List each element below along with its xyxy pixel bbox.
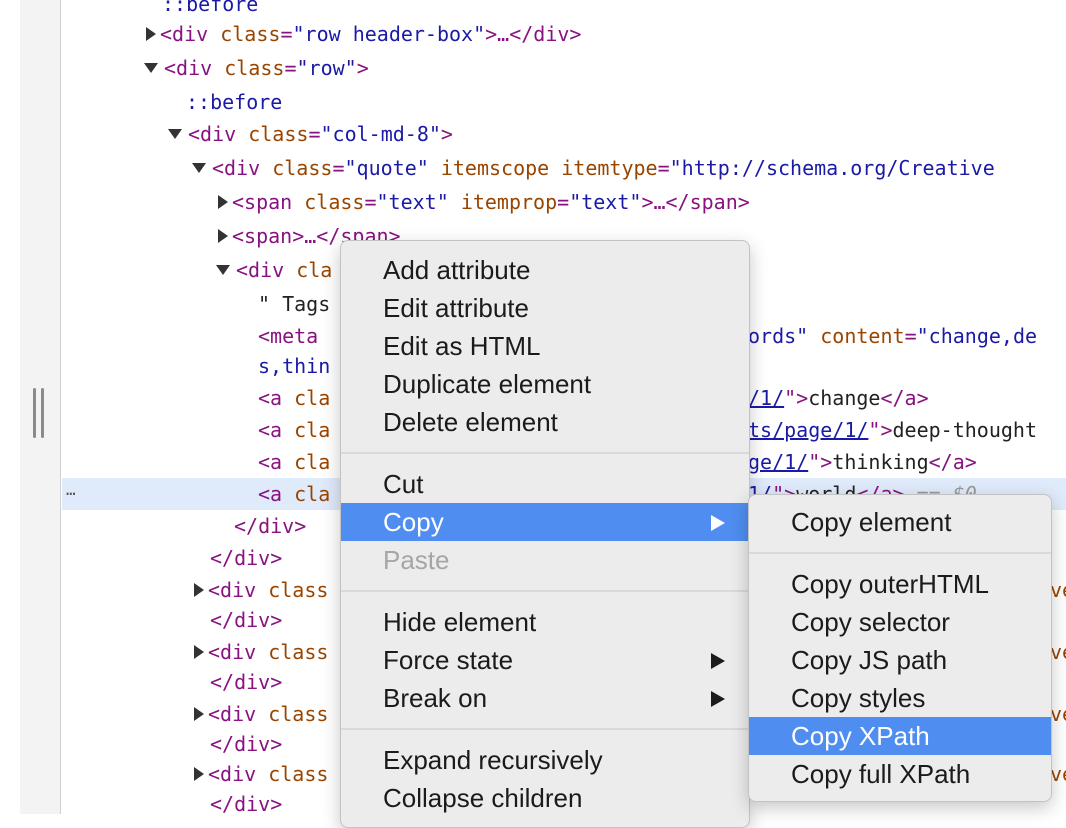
submenu-item-copy-js-path[interactable]: Copy JS path xyxy=(749,641,1051,679)
menu-item-cut[interactable]: Cut xyxy=(341,465,749,503)
tree-node-div-quote-4[interactable]: <div class xyxy=(194,702,328,726)
expand-arrow-icon[interactable] xyxy=(194,644,204,659)
tree-node-a-change[interactable]: <a cla xyxy=(258,386,330,410)
menu-item-expand-recursively[interactable]: Expand recursively xyxy=(341,741,749,779)
expand-arrow-icon[interactable] xyxy=(194,706,204,721)
tree-node-a-deep-thoughts-tail: ts/page/1/">deep-thought xyxy=(748,418,1038,442)
tree-node-div-header-box[interactable]: <div class="row header-box">…</div> xyxy=(146,22,581,46)
tree-node-a-change-tail: /1/">change</a> xyxy=(748,386,929,410)
submenu-arrow-icon xyxy=(711,515,725,531)
tree-node-tail: ve xyxy=(1050,762,1066,786)
tree-node-span-text[interactable]: <span class="text" itemprop="text">…</sp… xyxy=(218,190,750,214)
submenu-item-copy-outerhtml[interactable]: Copy outerHTML xyxy=(749,565,1051,603)
tree-node-pseudo[interactable]: ::before xyxy=(162,0,258,16)
expand-arrow-icon[interactable] xyxy=(194,766,204,781)
menu-separator xyxy=(341,590,749,592)
tree-close-div[interactable]: </div> xyxy=(210,670,282,694)
tree-node-div-quote[interactable]: <div class="quote" itemscope itemtype="h… xyxy=(192,156,995,180)
menu-item-copy[interactable]: Copy xyxy=(341,503,749,541)
tree-node-a-world[interactable]: <a cla xyxy=(258,482,330,506)
menu-separator xyxy=(341,728,749,730)
menu-separator xyxy=(749,552,1051,554)
tree-node-div-col[interactable]: <div class="col-md-8"> xyxy=(168,122,453,146)
menu-separator xyxy=(341,452,749,454)
submenu-item-copy-selector[interactable]: Copy selector xyxy=(749,603,1051,641)
tree-close-div[interactable]: </div> xyxy=(210,608,282,632)
tree-close-div[interactable]: </div> xyxy=(210,732,282,756)
collapse-arrow-icon[interactable] xyxy=(168,128,182,139)
context-menu: Add attribute Edit attribute Edit as HTM… xyxy=(340,240,750,828)
menu-item-collapse-children[interactable]: Collapse children xyxy=(341,779,749,817)
tree-node-tail: ve xyxy=(1050,578,1066,602)
tree-close-div[interactable]: </div> xyxy=(234,514,306,538)
tree-node-a-thinking[interactable]: <a cla xyxy=(258,450,330,474)
tree-close-div[interactable]: </div> xyxy=(210,792,282,816)
tree-node-a-thinking-tail: ge/1/">thinking</a> xyxy=(748,450,977,474)
tree-node-div-quote-5[interactable]: <div class xyxy=(194,762,328,786)
collapse-arrow-icon[interactable] xyxy=(192,162,206,173)
collapse-arrow-icon[interactable] xyxy=(144,62,158,73)
tree-node-pseudo[interactable]: ::before xyxy=(186,90,282,114)
tree-node-meta-tail: ords" content="change,de xyxy=(748,324,1038,348)
collapse-arrow-icon[interactable] xyxy=(216,264,230,275)
copy-submenu: Copy element Copy outerHTML Copy selecto… xyxy=(748,494,1052,802)
menu-item-add-attribute[interactable]: Add attribute xyxy=(341,251,749,289)
menu-item-paste: Paste xyxy=(383,545,450,575)
submenu-arrow-icon xyxy=(711,653,725,669)
tree-close-div[interactable]: </div> xyxy=(210,546,282,570)
tree-node-div-quote-2[interactable]: <div class xyxy=(194,578,328,602)
menu-item-hide-element[interactable]: Hide element xyxy=(341,603,749,641)
tree-node-meta-wrap: s,thin xyxy=(258,354,331,378)
submenu-item-copy-xpath[interactable]: Copy XPath xyxy=(749,717,1051,755)
tree-node-meta[interactable]: <meta xyxy=(258,324,330,348)
submenu-item-copy-full-xpath[interactable]: Copy full XPath xyxy=(749,755,1051,793)
menu-item-delete-element[interactable]: Delete element xyxy=(341,403,749,441)
expand-arrow-icon[interactable] xyxy=(218,194,228,209)
menu-item-edit-attribute[interactable]: Edit attribute xyxy=(341,289,749,327)
tree-node-div-row[interactable]: <div class="row"> xyxy=(144,56,369,80)
submenu-arrow-icon xyxy=(711,691,725,707)
submenu-item-copy-element[interactable]: Copy element xyxy=(749,503,1051,541)
menu-item-duplicate-element[interactable]: Duplicate element xyxy=(341,365,749,403)
menu-item-edit-as-html[interactable]: Edit as HTML xyxy=(341,327,749,365)
tree-node-tail: ve xyxy=(1050,640,1066,664)
expand-arrow-icon[interactable] xyxy=(218,228,228,243)
menu-item-force-state[interactable]: Force state xyxy=(341,641,749,679)
tree-node-tail: ve xyxy=(1050,702,1066,726)
tree-node-div-quote-3[interactable]: <div class xyxy=(194,640,328,664)
tree-text-node[interactable]: " Tags xyxy=(258,292,330,316)
submenu-item-copy-styles[interactable]: Copy styles xyxy=(749,679,1051,717)
expand-arrow-icon[interactable] xyxy=(194,582,204,597)
expand-arrow-icon[interactable] xyxy=(146,26,156,41)
tree-node-div-tags[interactable]: <div cla xyxy=(216,258,332,282)
menu-item-break-on[interactable]: Break on xyxy=(341,679,749,717)
tree-node-a-deep-thoughts[interactable]: <a cla xyxy=(258,418,330,442)
